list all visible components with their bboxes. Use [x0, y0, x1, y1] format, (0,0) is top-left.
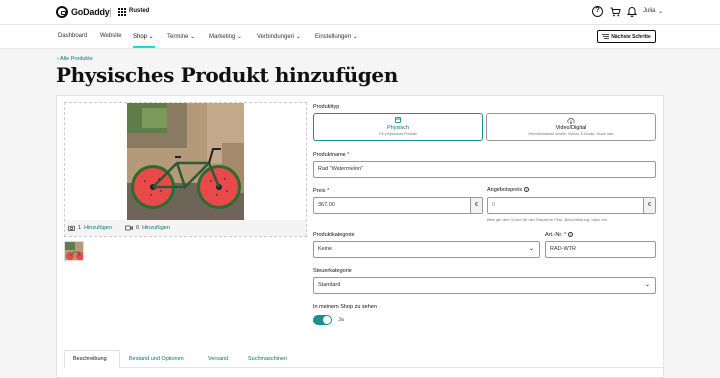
tabs-divider: [64, 367, 664, 368]
godaddy-logo[interactable]: GoDaddy: [56, 6, 110, 18]
add-video-link[interactable]: Hinzufügen: [142, 225, 170, 231]
type-digital-option[interactable]: Video/Digital Herunterladbare Inhalte, V…: [486, 113, 656, 141]
product-type-label: Produkttyp: [313, 104, 340, 110]
offer-price-hint: Bitte gib den Grund für den Rabatt im Fe…: [487, 217, 608, 222]
type-digital-desc: Herunterladbare Inhalte, Videos, E-Books…: [528, 132, 614, 136]
camera-icon: [68, 225, 75, 231]
main-nav: Dashboard Website Shop ⌄ Termine ⌄ Marke…: [0, 25, 720, 49]
type-physical-desc: Ein physisches Produkt: [379, 132, 417, 136]
nav-verbindungen[interactable]: Verbindungen ⌄: [257, 33, 301, 40]
nav-shop[interactable]: Shop ⌄: [133, 33, 154, 40]
show-in-shop-label: In meinem Shop zu sehen: [313, 304, 377, 310]
nav-einstellungen[interactable]: Einstellungen ⌄: [315, 33, 358, 40]
sku-label: Art.-Nr. * i: [545, 232, 574, 238]
info-icon[interactable]: i: [524, 187, 530, 192]
product-image[interactable]: [127, 103, 244, 220]
tax-category-label: Steuerkategorie: [313, 268, 352, 274]
nav-dashboard[interactable]: Dashboard: [58, 33, 87, 39]
type-physical-option[interactable]: Physisch Ein physisches Produkt: [313, 113, 483, 141]
sku-input[interactable]: RAD-WTR: [545, 241, 656, 258]
video-count: 0: [136, 225, 140, 231]
back-to-products-link[interactable]: ‹ Alle Produkte: [57, 56, 93, 62]
godaddy-logo-icon: [56, 6, 68, 18]
top-bar: GoDaddy Rusted ? Julia ⌄: [0, 0, 720, 25]
divider: [110, 8, 111, 17]
site-name[interactable]: Rusted: [129, 8, 149, 14]
add-image-control[interactable]: 1 Hinzufügen: [68, 225, 112, 231]
add-video-control[interactable]: 0 Hinzufügen: [125, 225, 170, 231]
box-icon: [395, 117, 401, 123]
help-icon[interactable]: ?: [592, 6, 603, 17]
chevron-down-icon: ⌄: [528, 246, 534, 252]
price-input[interactable]: 367.00 €: [313, 197, 483, 214]
next-steps-label: Nächste Schritte: [611, 33, 651, 40]
price-label: Preis *: [313, 188, 330, 194]
product-name-input[interactable]: Rad "Watermelon": [313, 161, 656, 178]
cloud-download-icon: [567, 117, 575, 124]
show-in-shop-toggle[interactable]: [313, 315, 332, 325]
page-title: Physisches Produkt hinzufügen: [56, 63, 398, 87]
bell-icon[interactable]: [627, 6, 637, 17]
offer-price-input[interactable]: 0 €: [487, 197, 656, 214]
watermelon-bike-picture: [127, 103, 244, 220]
apps-grid-icon[interactable]: [118, 8, 126, 16]
image-count: 1: [78, 225, 82, 231]
category-value: Keine: [318, 246, 333, 252]
price-value: 367.00: [318, 202, 335, 208]
type-digital-title: Video/Digital: [555, 125, 587, 131]
video-icon: [125, 225, 133, 231]
list-icon: [602, 34, 610, 39]
user-menu[interactable]: Julia: [643, 8, 655, 14]
logo-text: GoDaddy: [71, 7, 110, 17]
info-icon[interactable]: i: [568, 232, 574, 237]
offer-price-currency: €: [643, 198, 655, 213]
nav-marketing[interactable]: Marketing ⌄: [209, 33, 242, 40]
next-steps-button[interactable]: Nächste Schritte: [597, 30, 656, 43]
active-nav-indicator: [133, 46, 155, 48]
category-select[interactable]: Keine ⌄: [313, 241, 540, 258]
offer-price-label: Angebotspreis i: [487, 187, 530, 193]
chevron-down-icon[interactable]: ⌄: [658, 8, 663, 15]
image-thumbnail[interactable]: [64, 241, 84, 261]
type-physical-title: Physisch: [386, 125, 409, 131]
tab-shipping[interactable]: Versand: [208, 356, 228, 362]
tab-description[interactable]: Beschreibung: [73, 356, 107, 362]
tab-seo[interactable]: Suchmaschinen: [248, 356, 287, 362]
show-in-shop-value: Ja: [338, 317, 344, 323]
tab-inventory-options[interactable]: Bestand und Optionen: [129, 356, 184, 362]
category-label: Produktkategorie: [313, 232, 355, 238]
tax-category-value: Standard: [318, 282, 341, 288]
nav-website[interactable]: Website: [100, 33, 122, 39]
add-image-link[interactable]: Hinzufügen: [84, 225, 112, 231]
cart-icon[interactable]: [610, 7, 621, 17]
price-currency: €: [470, 198, 482, 213]
chevron-down-icon: ⌄: [644, 282, 650, 288]
nav-termine[interactable]: Termine ⌄: [167, 33, 195, 40]
product-name-label: Produktname *: [313, 152, 350, 158]
thumbnail-picture: [65, 242, 83, 260]
offer-price-value: 0: [492, 202, 496, 208]
tax-category-select[interactable]: Standard ⌄: [313, 277, 656, 294]
